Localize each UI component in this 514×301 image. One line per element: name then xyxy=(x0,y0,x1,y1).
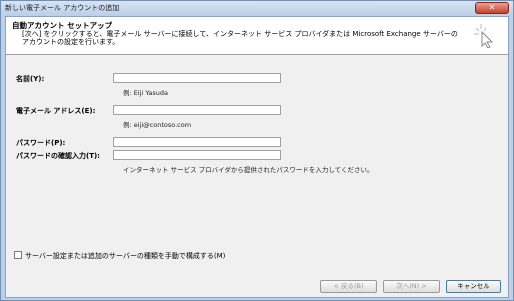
password-confirm-input[interactable] xyxy=(113,150,281,160)
header-description: [次へ] をクリックすると、電子メール サーバーに接続して、インターネット サー… xyxy=(22,30,458,46)
dialog-header: 自動アカウント セットアップ [次へ] をクリックすると、電子メール サーバーに… xyxy=(6,17,508,55)
password-confirm-label: パスワードの確認入力(T): xyxy=(16,152,100,160)
window-title: 新しい電子メール アカウントの追加 xyxy=(5,4,120,12)
close-button[interactable]: ✕ xyxy=(475,2,509,14)
next-button[interactable]: 次へ(N) > xyxy=(383,280,440,293)
manual-config-checkbox[interactable] xyxy=(14,251,22,259)
dialog-window: 新しい電子メール アカウントの追加 ✕ 自動アカウント セットアップ [次へ] … xyxy=(0,0,514,301)
dialog-client: 自動アカウント セットアップ [次へ] をクリックすると、電子メール サーバーに… xyxy=(5,16,509,298)
email-input[interactable] xyxy=(113,105,281,115)
email-hint: 例: eiji@contoso.com xyxy=(123,121,192,129)
password-label: パスワード(P): xyxy=(16,139,66,147)
email-label: 電子メール アドレス(E): xyxy=(16,107,96,115)
manual-config-label[interactable]: サーバー設定または追加のサーバーの種類を手動で構成する(M) xyxy=(25,251,225,261)
title-bar[interactable]: 新しい電子メール アカウントの追加 ✕ xyxy=(1,1,513,15)
password-input[interactable] xyxy=(113,137,281,147)
back-button[interactable]: < 戻る(B) xyxy=(320,280,377,293)
cursor-sparkle-icon xyxy=(474,24,494,48)
name-label: 名前(Y): xyxy=(16,75,45,83)
cancel-button[interactable]: キャンセル xyxy=(446,280,501,293)
name-hint: 例: Eiji Yasuda xyxy=(123,89,169,97)
password-hint: インターネット サービス プロバイダから提供されたパスワードを入力してください。 xyxy=(123,166,374,174)
name-input[interactable] xyxy=(113,73,281,83)
